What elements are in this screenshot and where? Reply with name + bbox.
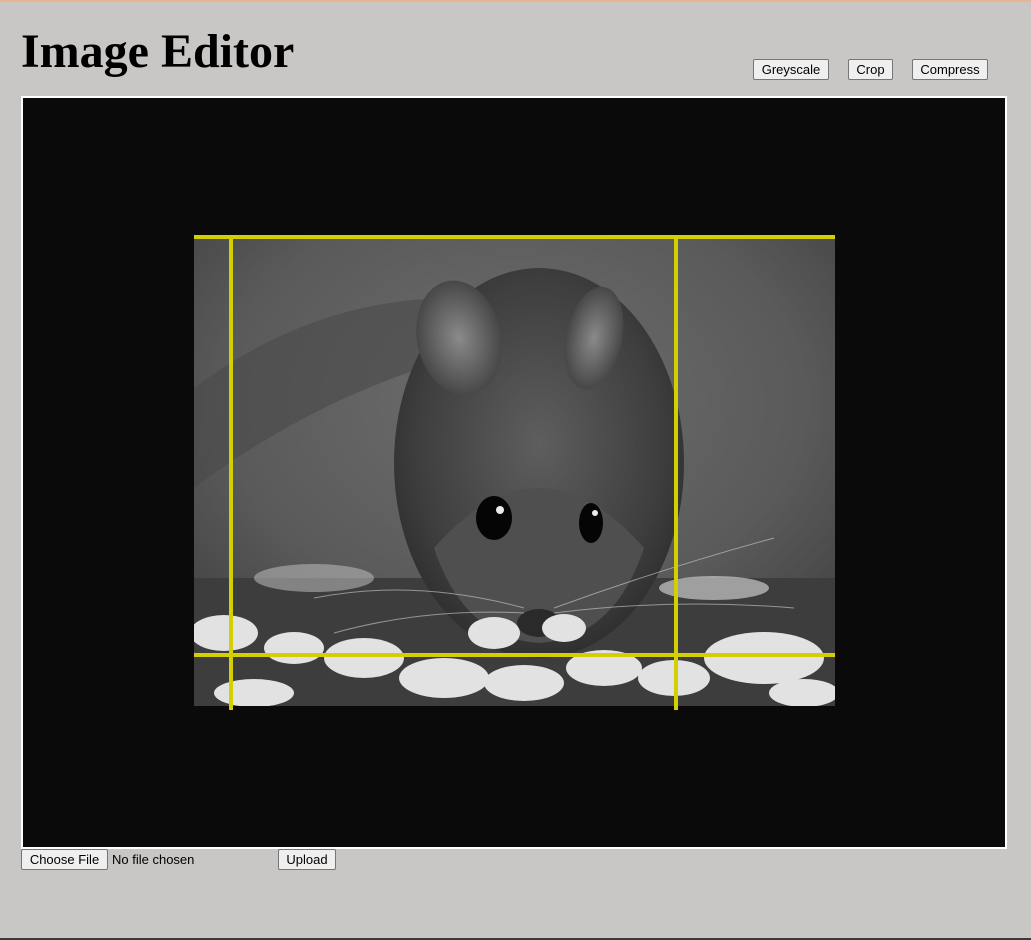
file-status-text: No file chosen (112, 852, 195, 867)
crop-guide-bottom[interactable] (194, 653, 835, 657)
crop-guide-left[interactable] (229, 237, 233, 710)
upload-button[interactable]: Upload (278, 849, 336, 870)
image-canvas[interactable] (21, 96, 1007, 849)
compress-button[interactable]: Compress (912, 59, 988, 80)
choose-file-button[interactable]: Choose File (21, 849, 108, 870)
crop-guide-right[interactable] (674, 237, 678, 710)
crop-guide-top[interactable] (194, 235, 835, 239)
mouse-photo (194, 238, 835, 706)
top-accent-bar (0, 0, 1031, 2)
crop-button[interactable]: Crop (848, 59, 893, 80)
page-title: Image Editor (21, 25, 295, 78)
greyscale-button[interactable]: Greyscale (753, 59, 829, 80)
